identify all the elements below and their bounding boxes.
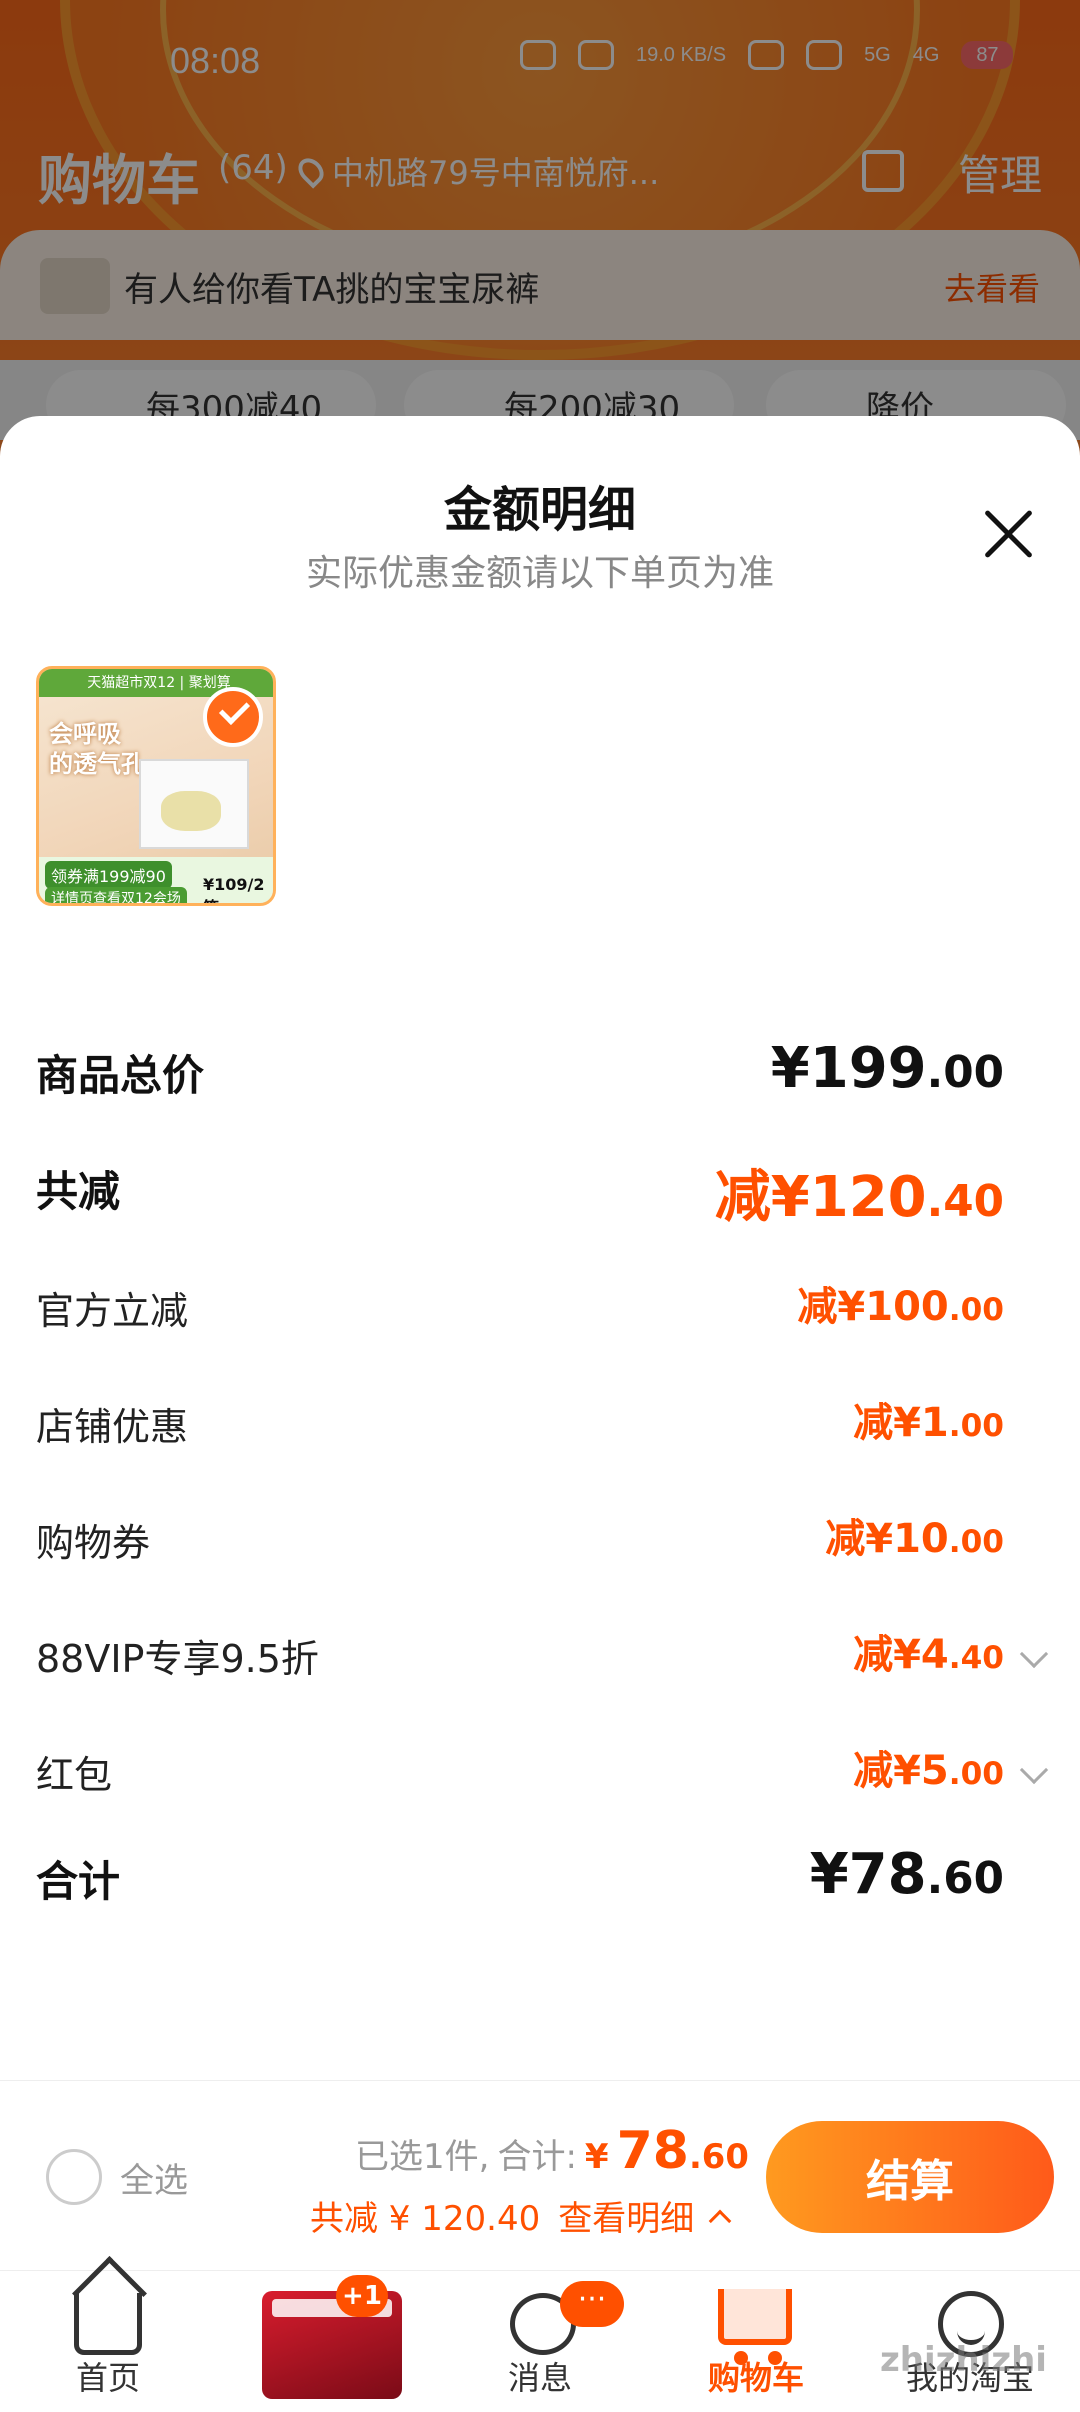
product-coupon: 领券满199减90 [45,861,172,889]
product-box-image [139,759,249,849]
row-value: 减¥100.00 [797,1274,1004,1332]
discount-summary[interactable]: 共减 ¥ 120.40 查看明细 [310,2191,732,2240]
value-int: ¥199 [770,1036,927,1101]
row-value: ¥78.60 [810,1842,1004,1907]
row-value: 减¥5.00 [853,1738,1004,1796]
row-red-packet[interactable]: 红包 减¥5.00 [36,1730,1049,1810]
selected-count: 已选1件, [355,2137,490,2177]
select-all-radio[interactable] [46,2149,102,2205]
row-official-discount: 官方立减 减¥100.00 [36,1266,1044,1346]
total-int: 78 [616,2121,689,2181]
value-dec: .40 [948,1640,1004,1676]
row-goods-total: 商品总价 ¥199.00 [36,1028,1044,1108]
row-store-discount: 店铺优惠 减¥1.00 [36,1382,1044,1462]
value-dec: .00 [948,1292,1004,1328]
message-badge: ··· [560,2281,624,2327]
selected-check-icon[interactable] [203,687,263,747]
value-int: 减¥120 [714,1165,927,1230]
value-int: 减¥4 [853,1632,949,1678]
sheet-title: 金额明细 [443,482,636,538]
tab-cart[interactable]: 购物车 [666,2271,846,2412]
discount-text: 共减 ¥ 120.40 [310,2199,541,2239]
row-label: 店铺优惠 [36,1405,189,1449]
tab-home[interactable]: 首页 [18,2271,198,2412]
total-dec: .60 [688,2137,749,2176]
total-amount: 78.60 [617,2121,749,2181]
tab-label: 消息 [507,2359,572,2397]
checkout-button[interactable]: 结算 [766,2121,1054,2233]
row-label: 合计 [36,1857,121,1906]
value-int: 减¥1 [853,1400,949,1446]
row-value: ¥199.00 [771,1036,1004,1101]
close-icon[interactable] [978,502,1042,566]
row-value: 减¥4.40 [853,1622,1004,1680]
selected-summary: 已选1件, 合计: ¥78.60 [355,2121,749,2181]
row-vip-discount[interactable]: 88VIP专享9.5折 减¥4.40 [36,1614,1049,1694]
home-icon [74,2293,142,2355]
value-dec: .40 [926,1176,1004,1227]
plus-badge: +1 [336,2275,388,2317]
row-value: 减¥1.00 [853,1390,1004,1448]
sheet-subtitle: 实际优惠金额请以下单页为准 [305,553,774,594]
row-label: 红包 [36,1753,113,1797]
row-label: 官方立减 [36,1289,189,1333]
value-int: 减¥10 [825,1516,949,1562]
chevron-down-icon[interactable] [1019,1755,1049,1785]
total-currency: ¥ [584,2137,609,2177]
value-int: ¥78 [809,1842,927,1907]
row-total-discount: 共减 减¥120.40 [36,1144,1044,1230]
product-event: 详情页查看双12会场 [45,887,187,903]
tab-messages[interactable]: ··· 消息 [450,2271,630,2412]
value-dec: .00 [948,1408,1004,1444]
cart-icon [718,2289,792,2365]
row-shopping-coupon: 购物券 减¥10.00 [36,1498,1044,1578]
select-all-label[interactable]: 全选 [120,2153,188,2202]
amount-detail-sheet: 金额明细 实际优惠金额请以下单页为准 天猫超市双12 | 聚划算 会呼吸 的透气… [0,416,1080,2136]
value-dec: .00 [948,1524,1004,1560]
tab-label: 购物车 [707,2359,804,2397]
total-label: 合计: [497,2137,577,2177]
detail-link[interactable]: 查看明细 [558,2191,694,2240]
watermark: zhizhizhi [880,2340,1047,2380]
product-thumbnail[interactable]: 天猫超市双12 | 聚划算 会呼吸 的透气孔 领券满199减90 详情页查看双1… [36,666,276,906]
row-label: 共减 [36,1167,121,1216]
product-price: ¥109/2箱 [203,875,265,903]
value-int: 减¥100 [797,1284,949,1330]
value-int: 减¥5 [853,1748,949,1794]
product-headline: 会呼吸 的透气孔 [49,720,145,778]
row-value: 减¥10.00 [825,1506,1004,1564]
chevron-down-icon[interactable] [1019,1639,1049,1669]
row-label: 88VIP专享9.5折 [36,1637,319,1681]
row-grand-total: 合计 ¥78.60 [36,1834,1044,1914]
row-label: 购物券 [36,1521,151,1565]
chevron-up-icon[interactable] [708,2209,732,2232]
row-value: 减¥120.40 [715,1152,1004,1233]
value-dec: .60 [926,1853,1004,1904]
checkout-bar: 全选 已选1件, 合计: ¥78.60 共减 ¥ 120.40 查看明细 结算 [0,2080,1080,2270]
tab-label: 首页 [75,2359,140,2397]
value-dec: .00 [926,1047,1004,1098]
row-label: 商品总价 [36,1051,205,1100]
value-dec: .00 [948,1756,1004,1792]
